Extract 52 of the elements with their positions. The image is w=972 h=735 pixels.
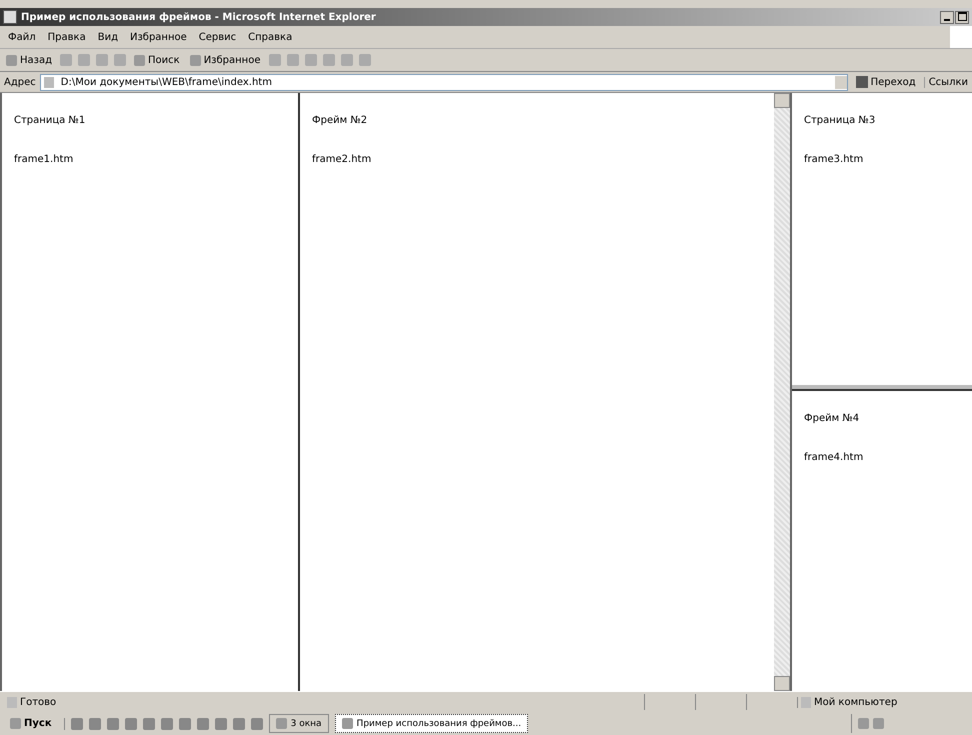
menu-item[interactable]: Избранное <box>130 32 187 42</box>
quick-launch-icon[interactable] <box>250 718 263 730</box>
quick-launch-icon[interactable] <box>88 718 101 730</box>
frame-text: frame4.htm <box>804 452 864 463</box>
toolbar-icon[interactable] <box>96 54 108 66</box>
links-label[interactable]: Ссылки <box>924 76 968 88</box>
zone-text: Мой компьютер <box>797 696 968 708</box>
toolbar-icon[interactable] <box>268 54 280 66</box>
menu-item[interactable]: Вид <box>98 32 118 42</box>
toolbar-icon[interactable] <box>322 54 334 66</box>
toolbar-button[interactable]: Поиск <box>132 54 182 66</box>
frame-text: frame3.htm <box>804 154 864 165</box>
quick-launch-icon[interactable] <box>142 718 155 730</box>
toolbar-icon[interactable] <box>358 54 370 66</box>
taskbar-button[interactable]: Пример использования фреймов... <box>334 714 528 733</box>
window-title: Пример использования фреймов - Microsoft Internet Explorer <box>21 12 376 22</box>
toolbar-button[interactable]: Избранное <box>188 54 262 66</box>
address-label: Адрес <box>4 76 36 88</box>
quick-launch-icon[interactable] <box>178 718 191 730</box>
frame-heading: Страница №1 <box>14 115 86 126</box>
toolbar-icon[interactable] <box>286 54 298 66</box>
menu-item[interactable]: Сервис <box>198 32 236 42</box>
toolbar-icon[interactable] <box>304 54 316 66</box>
toolbar-button[interactable]: Назад <box>4 54 54 66</box>
toolbar-icon[interactable] <box>340 54 352 66</box>
menu-item[interactable]: Файл <box>8 32 36 42</box>
status-text: Готово <box>4 696 56 708</box>
browser-icon <box>3 10 17 24</box>
frame-text: frame2.htm <box>312 154 372 165</box>
toolbar-icon[interactable] <box>114 54 126 66</box>
menu-item[interactable]: Правка <box>48 32 86 42</box>
toolbar-icon[interactable] <box>78 54 90 66</box>
toolbar-icon[interactable] <box>60 54 72 66</box>
quick-launch-icon[interactable] <box>70 718 83 730</box>
quick-launch-icon[interactable] <box>214 718 227 730</box>
quick-launch-icon[interactable] <box>196 718 209 730</box>
frame-heading: Фрейм №4 <box>804 413 860 424</box>
scrollbar[interactable] <box>774 93 790 691</box>
quick-launch-icon[interactable] <box>106 718 119 730</box>
frame-heading: Страница №3 <box>804 115 876 126</box>
start-button[interactable]: Пуск <box>4 717 58 730</box>
taskbar-button[interactable]: 3 окна <box>268 714 329 733</box>
quick-launch-icon[interactable] <box>160 718 173 730</box>
frame-text: frame1.htm <box>14 154 74 165</box>
frame-heading: Фрейм №2 <box>312 115 368 126</box>
maximize-button[interactable] <box>955 10 969 24</box>
address-field[interactable]: D:\Мои документы\WEB\frame\index.htm <box>40 74 848 90</box>
menu-item[interactable]: Справка <box>248 32 292 42</box>
quick-launch-icon[interactable] <box>232 718 245 730</box>
quick-launch-icon[interactable] <box>124 718 137 730</box>
minimize-button[interactable] <box>940 10 954 24</box>
go-button[interactable]: Переход <box>852 76 920 88</box>
